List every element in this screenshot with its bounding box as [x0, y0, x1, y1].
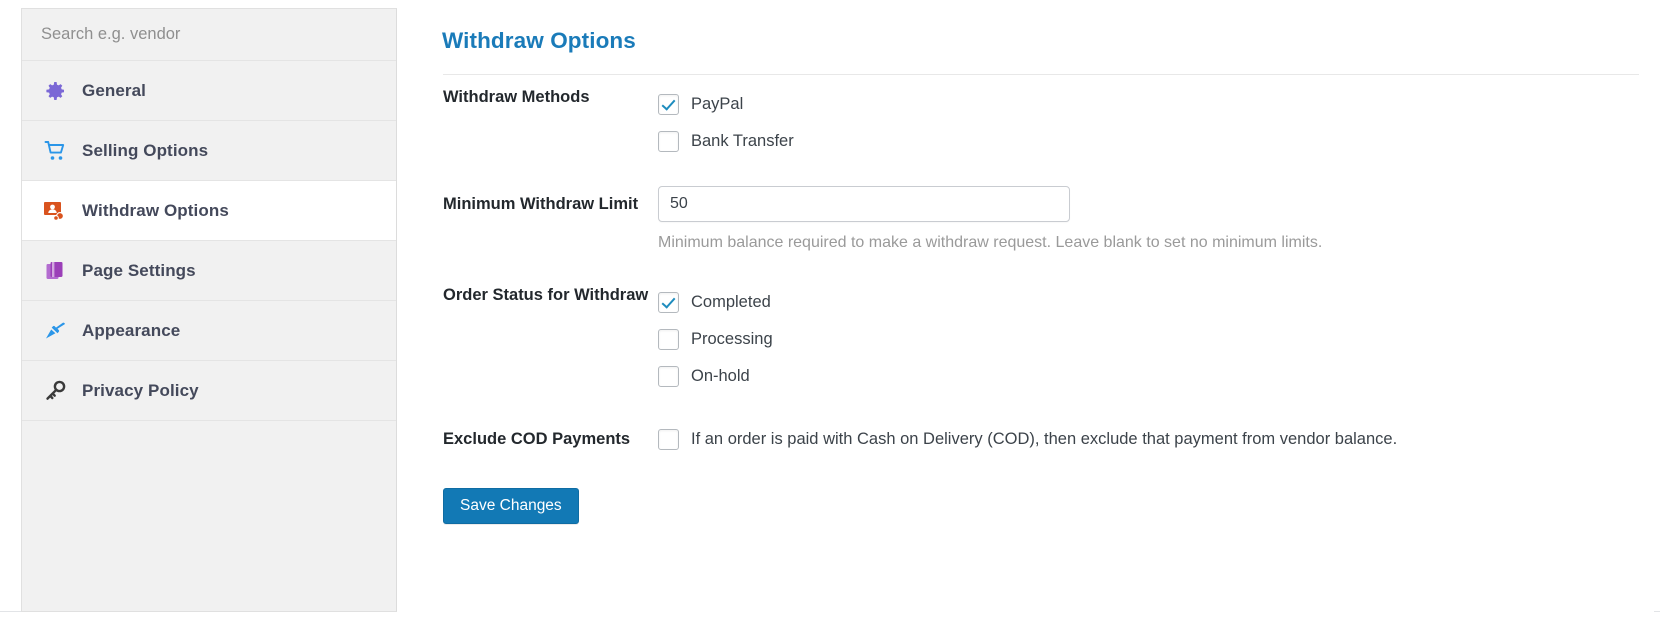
checkbox-on-hold[interactable]: On-hold — [658, 358, 1654, 395]
page-frame-left — [0, 0, 21, 618]
sidebar-item-page-settings[interactable]: Page Settings — [22, 241, 396, 301]
checkbox-bank-transfer-label: Bank Transfer — [691, 132, 794, 151]
order-status-field: Completed Processing On-hold — [658, 284, 1654, 395]
cart-icon — [42, 138, 68, 164]
sidebar-item-label: General — [82, 80, 147, 100]
key-icon — [42, 378, 68, 404]
checkbox-on-hold-box[interactable] — [658, 365, 679, 387]
checkbox-paypal-label: PayPal — [691, 95, 744, 114]
minimum-withdraw-limit-input[interactable] — [658, 186, 1070, 222]
search-input[interactable] — [41, 25, 371, 44]
row-exclude-cod: Exclude COD Payments If an order is paid… — [397, 421, 1654, 458]
settings-sidebar: General Selling Options — [21, 8, 397, 612]
save-changes-button[interactable]: Save Changes — [443, 487, 579, 525]
sidebar-item-label: Page Settings — [82, 260, 196, 280]
checkbox-on-hold-label: On-hold — [691, 367, 750, 386]
checkbox-bank-transfer-box[interactable] — [658, 131, 679, 152]
withdraw-methods-label: Withdraw Methods — [443, 88, 590, 106]
checkbox-bank-transfer[interactable]: Bank Transfer — [658, 123, 1654, 160]
sidebar-item-withdraw-options[interactable]: Withdraw Options — [22, 181, 396, 241]
exclude-cod-field: If an order is paid with Cash on Deliver… — [658, 421, 1654, 458]
checkbox-processing-box[interactable] — [658, 328, 679, 350]
brush-icon — [42, 318, 68, 344]
minimum-withdraw-limit-label: Minimum Withdraw Limit — [443, 195, 639, 213]
sidebar-item-label: Selling Options — [82, 140, 209, 160]
sidebar-item-appearance[interactable]: Appearance — [22, 301, 396, 361]
settings-page: General Selling Options — [0, 0, 1660, 618]
checkbox-processing[interactable]: Processing — [658, 321, 1654, 358]
settings-content: Withdraw Options Withdraw Methods PayPal… — [397, 8, 1654, 612]
checkbox-exclude-cod-box[interactable] — [658, 428, 679, 450]
row-gap — [397, 458, 1654, 488]
checkbox-completed[interactable]: Completed — [658, 284, 1654, 321]
withdraw-methods-field: PayPal Bank Transfer — [658, 86, 1654, 160]
row-minimum-withdraw-limit: Minimum Withdraw Limit Minimum balance r… — [397, 186, 1654, 254]
sidebar-item-selling-options[interactable]: Selling Options — [22, 121, 396, 181]
minimum-withdraw-limit-help: Minimum balance required to make a withd… — [658, 234, 1323, 251]
checkbox-paypal[interactable]: PayPal — [658, 86, 1654, 123]
sidebar-item-label: Privacy Policy — [82, 380, 199, 400]
row-withdraw-methods: Withdraw Methods PayPal Bank Transfer — [397, 86, 1654, 160]
pages-icon — [42, 258, 68, 284]
exclude-cod-label: Exclude COD Payments — [443, 429, 631, 448]
withdraw-options-form: Withdraw Methods PayPal Bank Transfer Mi… — [397, 86, 1654, 525]
checkbox-paypal-box[interactable] — [658, 94, 679, 115]
checkbox-completed-label: Completed — [691, 293, 771, 312]
title-divider — [443, 74, 1639, 75]
sidebar-item-privacy-policy[interactable]: Privacy Policy — [22, 361, 396, 421]
checkbox-exclude-cod-label: If an order is paid with Cash on Deliver… — [691, 430, 1398, 449]
minimum-withdraw-limit-field: Minimum balance required to make a withd… — [658, 186, 1654, 254]
order-status-label: Order Status for Withdraw — [443, 285, 649, 304]
withdraw-icon — [42, 198, 68, 224]
row-gap — [397, 160, 1654, 186]
gear-icon — [42, 78, 68, 104]
sidebar-item-label: Withdraw Options — [82, 200, 229, 220]
row-gap — [397, 254, 1654, 284]
page-frame-right — [1654, 0, 1660, 618]
checkbox-processing-label: Processing — [691, 330, 773, 349]
sidebar-item-general[interactable]: General — [22, 61, 396, 121]
sidebar-search-row — [22, 9, 396, 61]
row-gap — [397, 395, 1654, 421]
page-frame-bottom — [0, 611, 1660, 618]
checkbox-exclude-cod[interactable]: If an order is paid with Cash on Deliver… — [658, 421, 1654, 458]
sidebar-item-label: Appearance — [82, 320, 181, 340]
page-frame-top — [0, 0, 1660, 8]
row-order-status: Order Status for Withdraw Completed Proc… — [397, 284, 1654, 395]
page-title: Withdraw Options — [442, 28, 636, 53]
checkbox-completed-box[interactable] — [658, 291, 679, 313]
